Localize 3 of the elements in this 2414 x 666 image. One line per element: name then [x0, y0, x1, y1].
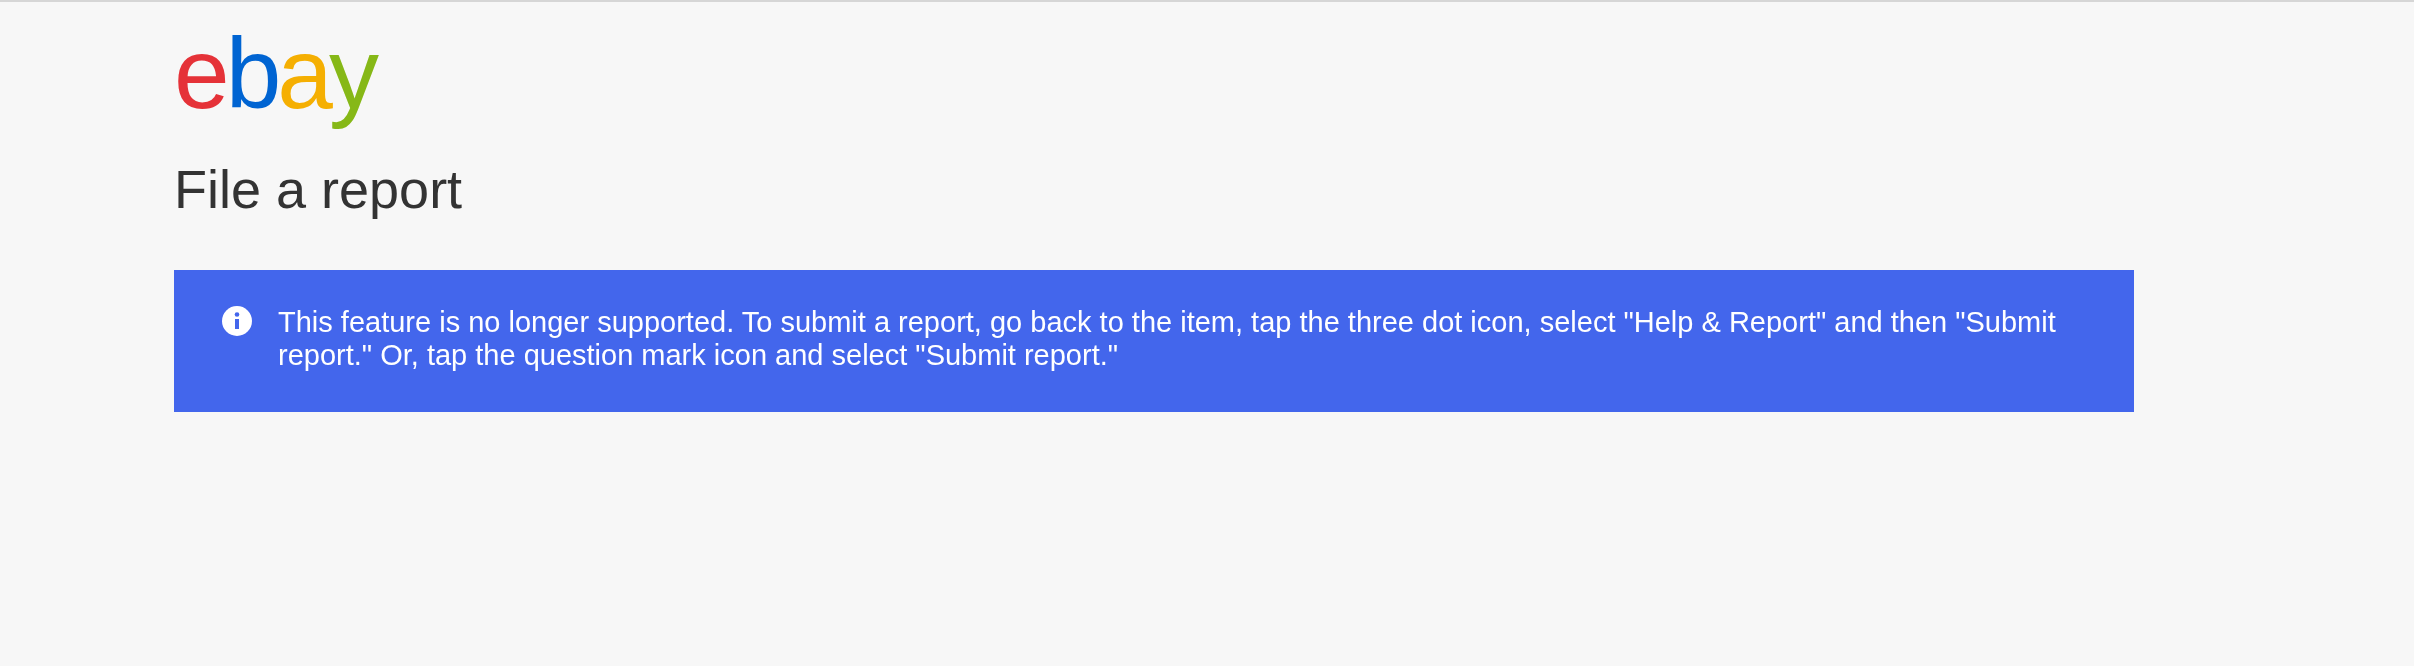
page-title: File a report: [174, 158, 464, 220]
notice-text: This feature is no longer supported. To submit a report, go back to the item, tap the three dot icon, select "Help & Report" and then "Submit report." Or, tap the question mark icon and select "Submit report.": [278, 306, 2057, 372]
info-icon: [222, 306, 252, 336]
